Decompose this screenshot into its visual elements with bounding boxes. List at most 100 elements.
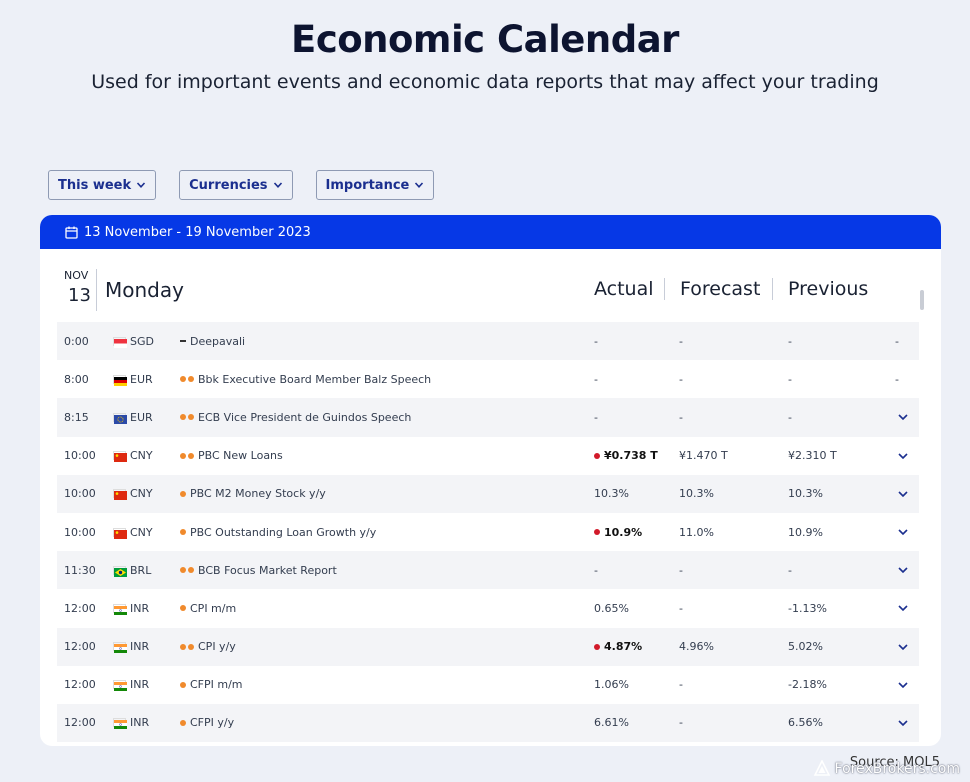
previous-value: 10.9% — [788, 525, 823, 539]
chevron-down-icon[interactable] — [897, 489, 909, 499]
chevron-down-icon[interactable] — [897, 642, 909, 652]
actual-value: - — [594, 334, 598, 348]
table-row[interactable]: 12:00 INR CFPI m/m 1.06% - -2.18% — [57, 666, 919, 704]
actual-value: 1.06% — [594, 678, 629, 692]
calendar-icon — [65, 226, 78, 239]
table-row[interactable]: 12:00 INR CFPI y/y 6.61% - 6.56% — [57, 703, 919, 743]
table-row[interactable]: 12:00 INR CPI y/y 4.87% 4.96% 5.02% — [57, 627, 919, 666]
table-row[interactable]: 11:30 BRL BCB Focus Market Report - - - — [57, 551, 919, 590]
previous-value: - — [788, 410, 792, 424]
event-time: 10:00 — [64, 449, 96, 463]
calendar-panel: 13 November - 19 November 2023 NOV 13 Mo… — [40, 215, 941, 746]
event-time: 0:00 — [64, 334, 89, 348]
filter-currencies-label: Currencies — [189, 177, 268, 193]
previous-value: - — [788, 563, 792, 577]
forecast-value: - — [679, 601, 683, 615]
chevron-down-icon[interactable] — [897, 527, 909, 537]
filter-this-week-button[interactable]: This week — [48, 170, 157, 200]
actual-value: ¥0.738 T — [604, 449, 658, 463]
event-time: 10:00 — [64, 525, 96, 539]
chevron-down-icon[interactable] — [897, 718, 909, 728]
chevron-down-icon — [273, 182, 282, 188]
event-name: ECB Vice President de Guindos Speech — [198, 410, 412, 424]
importance-dot — [188, 452, 194, 459]
table-row[interactable]: 10:00 CNY PBC Outstanding Loan Growth y/y 1… — [57, 513, 919, 551]
chevron-down-icon — [137, 182, 146, 188]
cn-flag-icon — [113, 527, 127, 539]
importance-dot — [188, 567, 194, 574]
eu-flag-icon — [113, 412, 127, 424]
event-name: PBC New Loans — [198, 449, 283, 463]
actual-indicator-dot — [594, 452, 600, 459]
forecast-value: 11.0% — [679, 525, 714, 539]
column-header-actual: Actual — [594, 278, 654, 300]
actual-value: 6.61% — [594, 716, 629, 730]
event-time: 10:00 — [64, 487, 96, 501]
table-row[interactable]: 8:00 EUR Bbk Executive Board Member Balz S… — [57, 360, 919, 398]
actual-cell: - — [594, 335, 598, 348]
actual-cell: 6.61% — [594, 716, 629, 729]
actual-cell: - — [594, 373, 598, 386]
event-name: CFPI m/m — [190, 678, 243, 692]
event-time: 12:00 — [64, 716, 96, 730]
event-cell: CFPI y/y — [180, 716, 234, 729]
importance-dot — [188, 376, 194, 383]
event-cell: ECB Vice President de Guindos Speech — [180, 411, 411, 424]
actual-value: 10.9% — [604, 525, 643, 539]
day-name: Monday — [105, 278, 184, 302]
watermark: ForexBrokers.com — [813, 760, 960, 778]
filter-bar: This week Currencies Importance — [48, 170, 457, 200]
actual-value: 10.3% — [594, 487, 629, 501]
actual-indicator-dot — [594, 643, 600, 650]
divider — [96, 269, 97, 311]
filter-currencies-button[interactable]: Currencies — [179, 170, 293, 200]
forecast-value: 4.96% — [679, 640, 714, 654]
actual-cell: 4.87% — [594, 640, 642, 653]
table-row[interactable]: 0:00 SGD Deepavali - - - - — [57, 322, 919, 361]
actual-value: 0.65% — [594, 601, 629, 615]
forecast-value: - — [679, 678, 683, 692]
calendar-range-header[interactable]: 13 November - 19 November 2023 — [40, 215, 941, 249]
in-flag-icon — [113, 642, 127, 654]
chevron-down-icon[interactable] — [897, 412, 909, 422]
forexbrokers-logo-icon — [813, 760, 830, 776]
actual-indicator-dot — [594, 529, 600, 536]
filter-this-week-label: This week — [58, 177, 132, 193]
cn-flag-icon — [113, 489, 127, 501]
currency-code: INR — [130, 640, 150, 654]
table-row[interactable]: 10:00 CNY PBC New Loans ¥0.738 T ¥1.470 T ¥2.… — [57, 437, 919, 475]
table-row[interactable]: 8:15 EUR ECB Vice President de Guindos Spe… — [57, 398, 919, 437]
table-row[interactable]: 10:00 CNY PBC M2 Money Stock y/y 10.3% 10.3%… — [57, 474, 919, 513]
actual-cell: 0.65% — [594, 602, 629, 615]
chevron-down-icon[interactable] — [897, 603, 909, 613]
extra-value: - — [895, 334, 899, 348]
event-time: 12:00 — [64, 678, 96, 692]
previous-value: - — [788, 372, 792, 386]
actual-value: - — [594, 563, 598, 577]
event-cell: CPI y/y — [180, 640, 236, 653]
scrollbar-thumb[interactable] — [920, 290, 924, 310]
calendar-range-label: 13 November - 19 November 2023 — [84, 224, 311, 240]
sg-flag-icon — [113, 336, 127, 348]
chevron-down-icon[interactable] — [897, 565, 909, 575]
actual-cell: - — [594, 411, 598, 424]
chevron-down-icon[interactable] — [897, 451, 909, 461]
event-name: CPI m/m — [190, 601, 237, 615]
event-cell: CFPI m/m — [180, 678, 243, 691]
actual-value: - — [594, 410, 598, 424]
forecast-value: - — [679, 410, 683, 424]
filter-importance-button[interactable]: Importance — [315, 170, 435, 200]
chevron-down-icon[interactable] — [897, 680, 909, 690]
currency-code: EUR — [130, 410, 153, 424]
currency-code: SGD — [130, 334, 154, 348]
table-row[interactable]: 12:00 INR CPI m/m 0.65% - -1.13% — [57, 589, 919, 627]
importance-dot — [180, 452, 186, 459]
importance-dot — [180, 376, 186, 383]
event-time: 8:00 — [64, 372, 89, 386]
page-subtitle: Used for important events and economic d… — [91, 71, 879, 93]
importance-dot — [180, 681, 186, 688]
previous-value: - — [788, 334, 792, 348]
previous-value: -1.13% — [788, 601, 827, 615]
currency-code: CNY — [130, 525, 153, 539]
actual-value: 4.87% — [604, 640, 643, 654]
